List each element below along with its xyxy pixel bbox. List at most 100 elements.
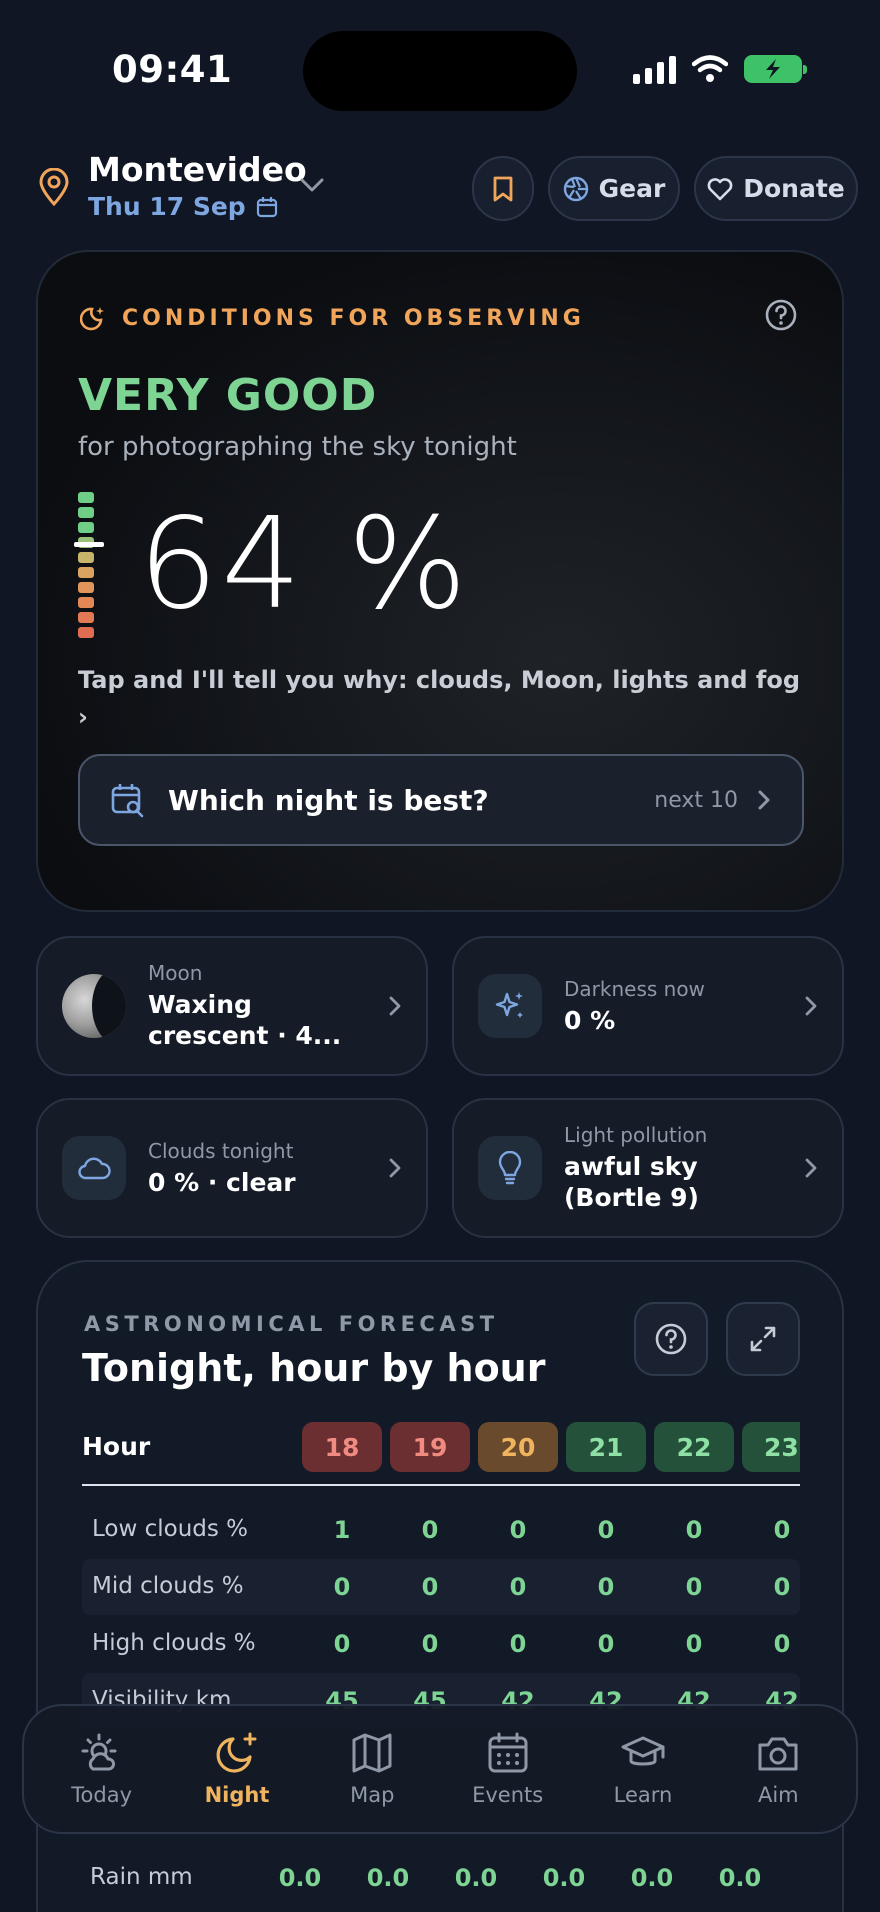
forecast-row-rain: Rain mm 0.0 0.0 0.0 0.0 0.0 0.0 — [80, 1850, 800, 1906]
best-night-range: next 10 — [654, 787, 738, 813]
city-name[interactable]: Montevideo — [88, 150, 307, 189]
tile-value: 0 % — [564, 1005, 616, 1035]
row-label: High clouds % — [92, 1630, 256, 1656]
row-value: 0.0 — [278, 1864, 322, 1892]
nav-map[interactable]: Map — [307, 1731, 437, 1807]
row-value: 0 — [597, 1516, 615, 1544]
row-value: 0 — [333, 1630, 351, 1658]
row-value: 0 — [509, 1516, 527, 1544]
heart-icon — [707, 177, 733, 200]
conditions-percent: 64 % — [138, 490, 471, 637]
chevron-down-icon[interactable] — [298, 176, 326, 194]
graduation-cap-icon — [621, 1736, 665, 1766]
chevron-right-icon — [805, 1158, 817, 1178]
calendar-icon — [488, 1732, 528, 1773]
location-pin-icon[interactable] — [38, 168, 70, 206]
conditions-explain-link[interactable]: Tap and I'll tell you why: clouds, Moon,… — [78, 662, 818, 736]
hour-chip[interactable]: 18 — [302, 1422, 382, 1472]
hour-chip[interactable]: 21 — [566, 1422, 646, 1472]
nav-learn[interactable]: Learn — [578, 1731, 708, 1807]
hour-chip[interactable]: 23 — [742, 1422, 800, 1472]
moon-sparkle-icon — [216, 1732, 257, 1773]
tile-value: awful sky (Bortle 9) — [564, 1152, 699, 1212]
map-icon — [352, 1733, 392, 1773]
row-label: Rain mm — [90, 1864, 193, 1890]
best-night-label: Which night is best? — [168, 783, 489, 817]
help-icon — [655, 1323, 687, 1355]
row-value: 0 — [509, 1630, 527, 1658]
sun-cloud-icon — [81, 1733, 117, 1771]
header-divider — [82, 1484, 800, 1486]
row-value: 0.0 — [718, 1864, 762, 1892]
expand-icon — [750, 1326, 776, 1352]
forecast-row: Low clouds % 1 0 0 0 0 0 — [82, 1502, 800, 1558]
bookmark-icon — [493, 176, 513, 201]
chevron-right-icon — [758, 790, 770, 810]
conditions-subtitle: for photographing the sky tonight — [78, 432, 517, 462]
gear-label: Gear — [598, 174, 666, 203]
nav-today[interactable]: Today — [37, 1731, 167, 1807]
forecast-help-button[interactable] — [634, 1302, 708, 1376]
nav-night[interactable]: Night — [172, 1731, 302, 1807]
clouds-tile[interactable]: Clouds tonight 0 % · clear — [36, 1098, 428, 1238]
calendar-icon — [256, 196, 277, 217]
help-icon[interactable] — [764, 298, 798, 332]
battery-icon — [744, 55, 807, 83]
status-icons — [633, 54, 807, 84]
nav-aim[interactable]: Aim — [713, 1731, 843, 1807]
hour-chip[interactable]: 22 — [654, 1422, 734, 1472]
conditions-card[interactable]: CONDITIONS FOR OBSERVING VERY GOOD for p… — [36, 250, 844, 912]
conditions-eyebrow: CONDITIONS FOR OBSERVING — [80, 304, 585, 332]
row-value: 0 — [685, 1516, 703, 1544]
chevron-right-icon — [389, 1158, 401, 1178]
status-time: 09:41 — [112, 48, 233, 91]
row-value: 0 — [597, 1573, 615, 1601]
hour-chip[interactable]: 19 — [390, 1422, 470, 1472]
score-meter — [78, 492, 94, 638]
tile-value: 0 % · clear — [148, 1167, 296, 1197]
row-label: Low clouds % — [92, 1516, 249, 1542]
row-value: 0.0 — [630, 1864, 674, 1892]
nav-events[interactable]: Events — [443, 1731, 573, 1807]
score-marker — [74, 542, 104, 547]
wifi-icon — [692, 55, 728, 82]
forecast-title: Tonight, hour by hour — [82, 1346, 546, 1390]
moon-phase-icon — [62, 974, 126, 1038]
light-pollution-tile[interactable]: Light pollution awful sky (Bortle 9) — [452, 1098, 844, 1238]
tile-value: Waxing crescent · 4... — [148, 990, 342, 1050]
forecast-row: High clouds % 0 0 0 0 0 0 — [82, 1616, 800, 1672]
camera-icon — [758, 1737, 798, 1771]
signal-icon — [633, 54, 676, 84]
lightbulb-icon — [478, 1136, 542, 1200]
row-value: 0 — [421, 1573, 439, 1601]
row-value: 0 — [773, 1573, 791, 1601]
hour-chip[interactable]: 20 — [478, 1422, 558, 1472]
row-value: 1 — [333, 1516, 351, 1544]
bookmark-button[interactable] — [472, 156, 534, 221]
donate-button[interactable]: Donate — [694, 156, 858, 221]
nav-label: Today — [71, 1783, 133, 1807]
tile-label: Moon — [148, 961, 203, 985]
forecast-row: Mid clouds % 0 0 0 0 0 0 — [82, 1559, 800, 1615]
chevron-right-icon — [805, 996, 817, 1016]
row-value: 0.0 — [454, 1864, 498, 1892]
row-label: Mid clouds % — [92, 1573, 244, 1599]
darkness-tile[interactable]: Darkness now 0 % — [452, 936, 844, 1076]
nav-label: Map — [350, 1783, 395, 1807]
row-value: 0 — [685, 1573, 703, 1601]
moon-tile[interactable]: Moon Waxing crescent · 4... — [36, 936, 428, 1076]
best-night-button[interactable]: Which night is best? next 10 — [78, 754, 804, 846]
row-value: 0 — [421, 1630, 439, 1658]
conditions-eyebrow-text: CONDITIONS FOR OBSERVING — [122, 305, 585, 331]
hour-label: Hour — [82, 1432, 151, 1461]
calendar-search-icon — [111, 784, 144, 818]
row-value: 0 — [597, 1630, 615, 1658]
moon-sparkle-icon — [80, 307, 104, 331]
bottom-nav: Today Night Map Events Learn Aim — [22, 1704, 858, 1834]
donate-label: Donate — [743, 174, 845, 203]
gear-button[interactable]: Gear — [548, 156, 680, 221]
forecast-expand-button[interactable] — [726, 1302, 800, 1376]
forecast-hour-header: Hour 18 19 20 21 22 23 — [82, 1422, 800, 1474]
nav-label: Events — [472, 1783, 544, 1807]
date-selector[interactable]: Thu 17 Sep — [88, 192, 278, 221]
